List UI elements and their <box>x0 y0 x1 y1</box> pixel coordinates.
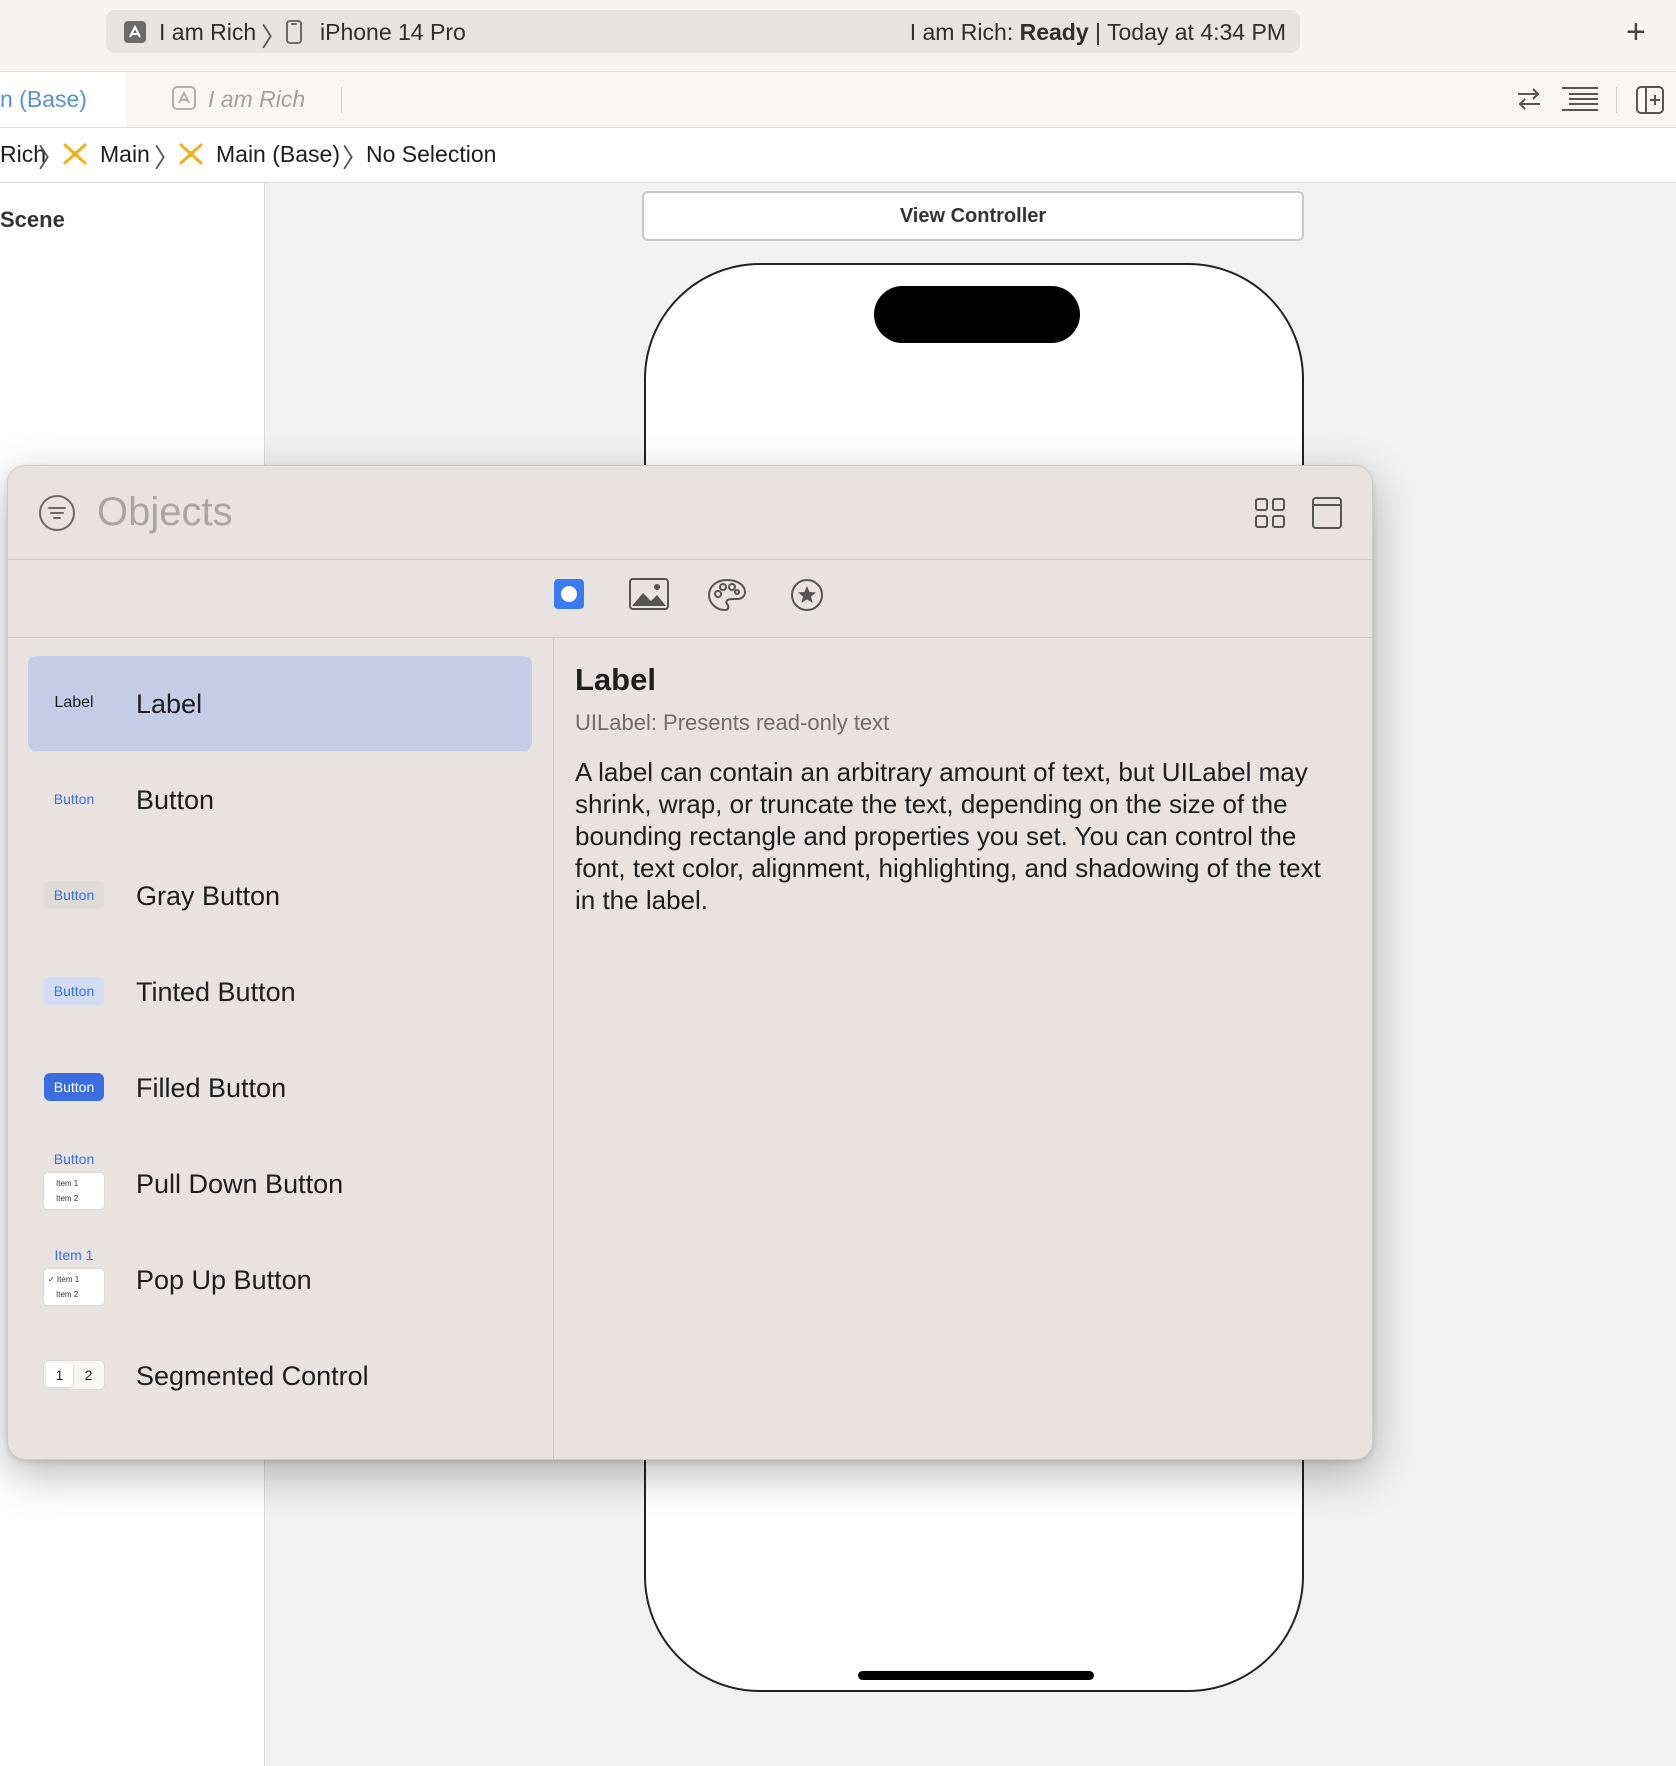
chevron-right-icon: 〉 <box>342 143 369 173</box>
label-thumbnail: Label <box>44 683 104 723</box>
list-item-name: Button <box>136 785 215 815</box>
thumbnail-text: Item 1 <box>54 1247 94 1263</box>
list-item-button[interactable]: Button Button <box>28 752 532 847</box>
gray-button-thumbnail: Button <box>44 875 104 915</box>
list-item-name: Segmented Control <box>136 1361 369 1391</box>
menu-preview-item: Item 2 <box>56 1290 79 1299</box>
jump-bar: Rich 〉 Main 〉 Main (Base) 〉 No Selection <box>0 128 1676 183</box>
dynamic-island <box>874 286 1080 343</box>
list-item-tinted-button[interactable]: Button Tinted Button <box>28 944 532 1039</box>
thumbnail-text: Button <box>44 977 104 1005</box>
plus-icon[interactable]: + <box>1626 15 1646 49</box>
list-item-name: Pull Down Button <box>136 1169 344 1199</box>
tinted-button-thumbnail: Button <box>44 971 104 1011</box>
tab-main-base[interactable]: n (Base) <box>0 72 126 127</box>
swap-arrows-icon[interactable] <box>1515 86 1543 112</box>
button-thumbnail: Button <box>44 779 104 819</box>
list-item-gray-button[interactable]: Button Gray Button <box>28 848 532 943</box>
status-prefix: I am Rich: <box>909 19 1020 45</box>
list-item-pop-up-button[interactable]: Item 1 ✓ Item 1 Item 2 Pop Up Button <box>28 1232 532 1327</box>
toolbar-divider <box>1616 87 1617 113</box>
list-item-name: Gray Button <box>136 881 281 911</box>
detail-description: A label can contain an arbitrary amount … <box>575 757 1321 915</box>
menu-preview-item: Item 1 <box>56 1179 79 1188</box>
filter-icon[interactable] <box>38 494 76 532</box>
iphone-icon <box>286 20 302 44</box>
objects-icon[interactable] <box>553 578 585 610</box>
list-item-label[interactable]: Label Label <box>28 656 532 751</box>
objects-list: Label Label Button Button Button Gray Bu… <box>8 638 554 1459</box>
segment-one: 1 <box>46 1363 73 1387</box>
lines-icon[interactable] <box>1561 86 1599 112</box>
tab-main-base-label: n (Base) <box>0 86 87 112</box>
objects-search-input[interactable] <box>97 489 997 535</box>
list-item-name: Label <box>136 689 203 719</box>
jumpbar-item-selection[interactable]: No Selection <box>366 141 496 168</box>
device-selector[interactable]: iPhone 14 Pro <box>320 19 466 46</box>
editor-tab-bar: n (Base) I am Rich <box>0 72 1676 128</box>
tab-divider <box>341 87 342 113</box>
object-detail-pane: Label UILabel: Presents read-only text A… <box>554 638 1372 1459</box>
library-segments <box>8 560 1372 638</box>
list-item-segmented-control[interactable]: 1 2 Segmented Control <box>28 1328 532 1423</box>
list-item-name: Filled Button <box>136 1073 287 1103</box>
scene-title[interactable]: Scene <box>0 207 65 233</box>
detail-title: Label <box>575 662 656 697</box>
star-icon[interactable] <box>790 578 824 612</box>
window-icon[interactable] <box>1312 497 1342 529</box>
menu-preview: Item 1 Item 2 <box>44 1173 104 1209</box>
add-editor-icon[interactable] <box>1636 86 1664 114</box>
status-time: | Today at 4:34 PM <box>1088 19 1286 45</box>
status-state: Ready <box>1019 19 1089 45</box>
chevron-right-icon: 〉 <box>154 143 181 173</box>
segmented-control-thumbnail: 1 2 <box>44 1355 104 1395</box>
pop-up-thumbnail: Item 1 ✓ Item 1 Item 2 <box>44 1247 104 1305</box>
menu-preview: ✓ Item 1 Item 2 <box>44 1269 104 1305</box>
filled-button-thumbnail: Button <box>44 1067 104 1107</box>
list-item-name: Pop Up Button <box>136 1265 312 1295</box>
thumbnail-text: Button <box>53 1151 95 1167</box>
segment-preview: 1 2 <box>44 1361 104 1389</box>
library-header <box>8 466 1372 560</box>
app-icon <box>124 21 146 43</box>
home-indicator <box>858 1671 1094 1680</box>
segment-two: 2 <box>84 1367 93 1383</box>
palette-icon[interactable] <box>707 578 747 612</box>
list-item-name: Tinted Button <box>136 977 296 1007</box>
pull-down-thumbnail: Button Item 1 Item 2 <box>44 1151 104 1209</box>
build-status: I am Rich: Ready | Today at 4:34 PM <box>910 19 1286 46</box>
activity-view[interactable]: I am Rich 〉 iPhone 14 Pro I am Rich: Rea… <box>106 10 1300 53</box>
view-controller-scene-header[interactable]: View Controller <box>642 191 1304 241</box>
objects-library-panel: Label Label Button Button Button Gray Bu… <box>7 465 1373 1460</box>
scheme-selector[interactable]: I am Rich <box>159 19 256 46</box>
detail-subtitle: UILabel: Presents read-only text <box>575 710 890 735</box>
menu-preview-item: ✓ Item 1 <box>48 1275 80 1284</box>
jumpbar-item-main-base[interactable]: Main (Base) <box>216 141 340 168</box>
thumbnail-text: Button <box>44 1073 104 1101</box>
storyboard-icon <box>62 142 88 166</box>
chevron-right-icon: 〉 <box>261 22 288 52</box>
chevron-right-icon: 〉 <box>38 143 65 173</box>
thumbnail-text: Button <box>44 881 104 909</box>
image-icon[interactable] <box>629 578 669 610</box>
storyboard-icon <box>178 142 204 166</box>
window-toolbar: I am Rich 〉 iPhone 14 Pro I am Rich: Rea… <box>0 0 1676 72</box>
grid-view-icon[interactable] <box>1255 498 1285 528</box>
jumpbar-item-main[interactable]: Main <box>100 141 150 168</box>
menu-preview-item: Item 2 <box>56 1194 79 1203</box>
list-item-filled-button[interactable]: Button Filled Button <box>28 1040 532 1135</box>
tab-i-am-rich[interactable]: I am Rich <box>208 86 305 113</box>
thumbnail-text: Label <box>54 694 94 711</box>
thumbnail-text: Button <box>53 791 95 807</box>
list-item-pull-down-button[interactable]: Button Item 1 Item 2 Pull Down Button <box>28 1136 532 1231</box>
app-icon <box>172 86 196 110</box>
